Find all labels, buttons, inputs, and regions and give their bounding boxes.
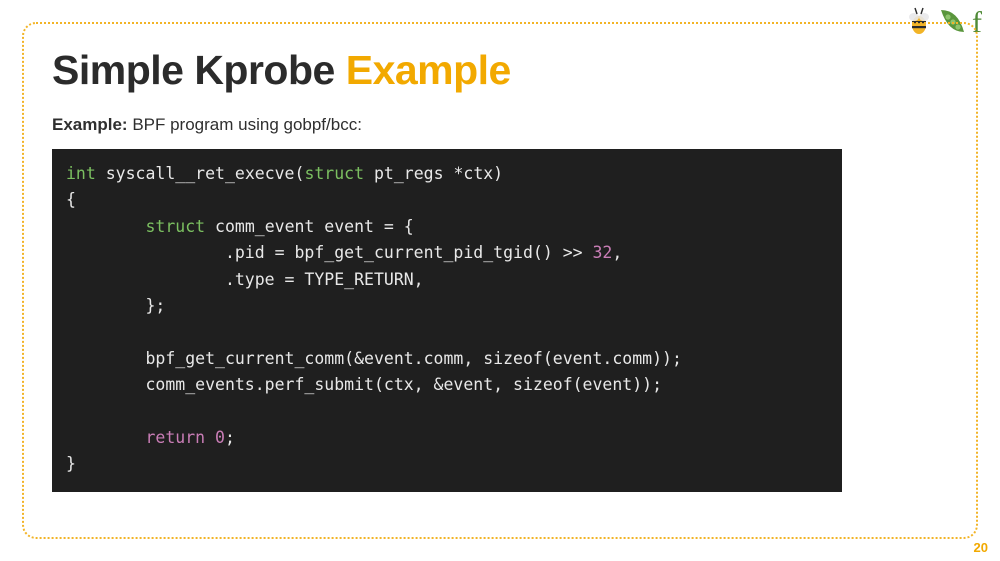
content-frame: Simple Kprobe Example Example: BPF progr… [22, 22, 978, 539]
page-number: 20 [974, 540, 988, 555]
title-part1: Simple Kprobe [52, 47, 346, 93]
slide: f Simple Kprobe Example Example: BPF pro… [0, 0, 1000, 561]
slide-title: Simple Kprobe Example [52, 48, 948, 93]
subtitle-label: Example: [52, 115, 128, 134]
subtitle: Example: BPF program using gobpf/bcc: [52, 115, 948, 135]
subtitle-text: BPF program using gobpf/bcc: [128, 115, 362, 134]
title-part2: Example [346, 47, 511, 93]
code-block: int syscall__ret_execve(struct pt_regs *… [52, 149, 842, 492]
